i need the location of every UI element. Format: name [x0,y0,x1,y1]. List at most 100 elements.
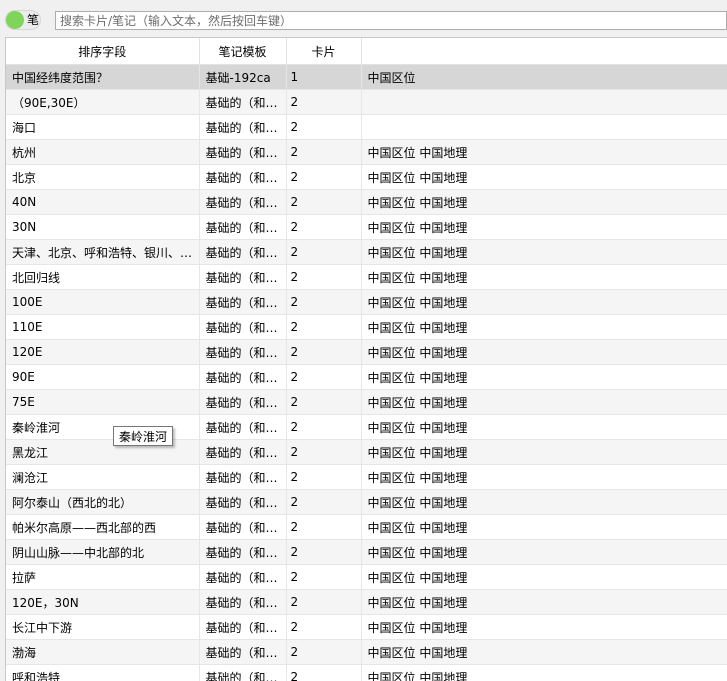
cell-tags: 中国区位 中国地理 [361,289,727,315]
cell-card-count: 2 [286,114,362,140]
table-row[interactable]: 拉萨 基础的（和… 2 中国区位 中国地理 [6,564,727,590]
table-row[interactable]: 90E 基础的（和… 2 中国区位 中国地理 [6,364,727,390]
cell-card-count: 2 [286,464,362,490]
cell-tags: 中国区位 [361,64,727,90]
table-row[interactable]: 帕米尔高原——西北部的西 基础的（和… 2 中国区位 中国地理 [6,514,727,540]
cell-sort-field: 澜沧江 [6,464,200,490]
cell-note-type: 基础的（和… [199,189,287,215]
cell-note-type: 基础的（和… [199,339,287,365]
cell-sort-field: 杭州 [6,139,200,165]
table-row[interactable]: 40N 基础的（和… 2 中国区位 中国地理 [6,189,727,215]
cell-note-type: 基础的（和… [199,139,287,165]
cell-note-type: 基础的（和… [199,239,287,265]
cell-card-count: 2 [286,564,362,590]
column-header-sort-field[interactable]: 排序字段 [6,38,200,65]
table-row[interactable]: 30N 基础的（和… 2 中国区位 中国地理 [6,214,727,240]
cell-note-type: 基础的（和… [199,264,287,290]
cell-sort-field: 渤海 [6,639,200,665]
table-row[interactable]: 110E 基础的（和… 2 中国区位 中国地理 [6,314,727,340]
table-row[interactable]: 100E 基础的（和… 2 中国区位 中国地理 [6,289,727,315]
cell-card-count: 2 [286,289,362,315]
table-row[interactable]: 渤海 基础的（和… 2 中国区位 中国地理 [6,639,727,665]
cell-note-type: 基础的（和… [199,664,287,681]
cell-note-type: 基础的（和… [199,289,287,315]
cell-tags: 中国区位 中国地理 [361,164,727,190]
cell-sort-field: （90E,30E） [6,89,200,115]
cell-tags: 中国区位 中国地理 [361,589,727,615]
cell-tags: 中国区位 中国地理 [361,339,727,365]
table-row[interactable]: 阿尔泰山（西北的北） 基础的（和… 2 中国区位 中国地理 [6,489,727,515]
cell-card-count: 2 [286,389,362,415]
cell-card-count: 2 [286,164,362,190]
cell-tags: 中国区位 中国地理 [361,464,727,490]
cell-card-count: 2 [286,589,362,615]
cell-card-count: 2 [286,514,362,540]
table-row[interactable]: 中国经纬度范围？ 基础-192ca 1 中国区位 [6,64,727,90]
cell-note-type: 基础的（和… [199,414,287,440]
cell-note-type: 基础的（和… [199,114,287,140]
cell-card-count: 2 [286,314,362,340]
cell-tags: 中国区位 中国地理 [361,214,727,240]
toggle-knob-icon [6,11,24,29]
cell-card-count: 2 [286,414,362,440]
cell-card-count: 2 [286,664,362,681]
cell-tags: 中国区位 中国地理 [361,564,727,590]
cell-sort-field: 120E [6,339,200,365]
table-row[interactable]: 澜沧江 基础的（和… 2 中国区位 中国地理 [6,464,727,490]
cell-tags: 中国区位 中国地理 [361,389,727,415]
cell-sort-field: 北京 [6,164,200,190]
table-row[interactable]: （90E,30E） 基础的（和… 2 [6,89,727,115]
table-row[interactable]: 北京 基础的（和… 2 中国区位 中国地理 [6,164,727,190]
table-row[interactable]: 海口 基础的（和… 2 [6,114,727,140]
cell-tags: 中国区位 中国地理 [361,239,727,265]
cell-card-count: 2 [286,89,362,115]
table-row[interactable]: 75E 基础的（和… 2 中国区位 中国地理 [6,389,727,415]
cell-sort-field: 北回归线 [6,264,200,290]
cell-tags: 中国区位 中国地理 [361,439,727,465]
cell-note-type: 基础的（和… [199,389,287,415]
cell-sort-field: 75E [6,389,200,415]
cell-card-count: 2 [286,339,362,365]
cell-note-type: 基础的（和… [199,589,287,615]
cell-note-type: 基础的（和… [199,364,287,390]
cell-sort-field: 120E，30N [6,589,200,615]
table-row[interactable]: 120E 基础的（和… 2 中国区位 中国地理 [6,339,727,365]
cell-sort-field: 中国经纬度范围？ [6,64,200,90]
table-row[interactable]: 呼和浩特 基础的（和… 2 中国区位 中国地理 [6,664,727,681]
cell-note-type: 基础的（和… [199,164,287,190]
cell-tags: 中国区位 中国地理 [361,614,727,640]
table-row[interactable]: 杭州 基础的（和… 2 中国区位 中国地理 [6,139,727,165]
cell-note-type: 基础的（和… [199,639,287,665]
cell-note-type: 基础的（和… [199,614,287,640]
cell-note-type: 基础-192ca [199,64,287,90]
cell-card-count: 2 [286,439,362,465]
table-row[interactable]: 120E，30N 基础的（和… 2 中国区位 中国地理 [6,589,727,615]
cell-card-count: 1 [286,64,362,90]
notes-mode-toggle[interactable]: 笔 [5,10,41,30]
search-toolbar: 笔 [0,0,727,36]
cell-sort-field: 长江中下游 [6,614,200,640]
column-header-tags[interactable] [361,38,727,65]
cell-tooltip: 秦岭淮河 [113,426,174,446]
cell-note-type: 基础的（和… [199,539,287,565]
table-row[interactable]: 阴山山脉——中北部的北 基础的（和… 2 中国区位 中国地理 [6,539,727,565]
cell-tags [361,89,727,115]
table-row[interactable]: 长江中下游 基础的（和… 2 中国区位 中国地理 [6,614,727,640]
cell-note-type: 基础的（和… [199,89,287,115]
cell-tags: 中国区位 中国地理 [361,189,727,215]
cell-sort-field: 呼和浩特 [6,664,200,681]
search-input[interactable] [55,11,727,30]
column-header-cards[interactable]: 卡片 [286,38,362,65]
cell-sort-field: 阴山山脉——中北部的北 [6,539,200,565]
cell-card-count: 2 [286,264,362,290]
cell-note-type: 基础的（和… [199,314,287,340]
cell-sort-field: 拉萨 [6,564,200,590]
cell-card-count: 2 [286,539,362,565]
cell-card-count: 2 [286,189,362,215]
column-header-note-type[interactable]: 笔记模板 [199,38,287,65]
table-row[interactable]: 天津、北京、呼和浩特、银川、… 基础的（和… 2 中国区位 中国地理 [6,239,727,265]
cell-note-type: 基础的（和… [199,489,287,515]
table-row[interactable]: 北回归线 基础的（和… 2 中国区位 中国地理 [6,264,727,290]
cell-sort-field: 90E [6,364,200,390]
cell-sort-field: 海口 [6,114,200,140]
